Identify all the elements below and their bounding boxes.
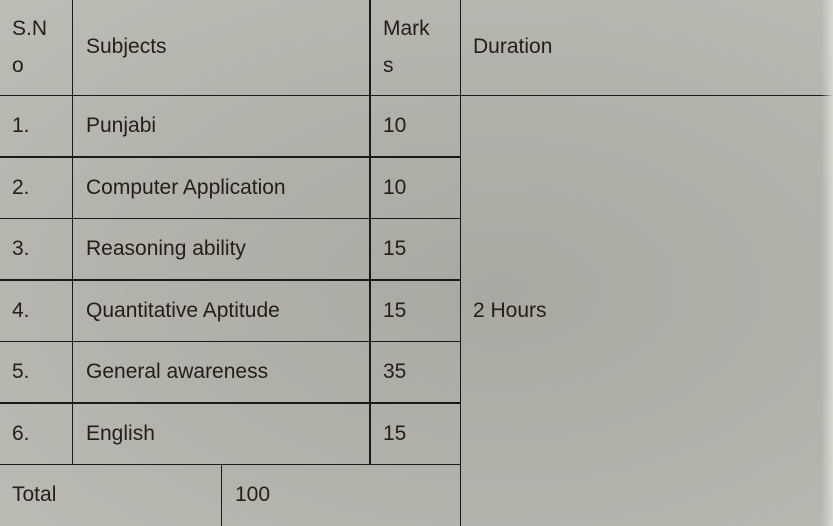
total-value: 100 [235,483,271,506]
row-sno: 5. [12,360,30,383]
row-divider [0,156,461,158]
row-marks: 15 [383,422,407,445]
row-subject: Punjabi [86,114,157,137]
row-divider [0,402,461,404]
duration-value: 2 Hours [473,299,547,322]
row-subject: Reasoning ability [86,237,246,260]
row-marks: 35 [383,360,407,383]
header-subjects: Subjects [86,35,167,58]
row-marks: 15 [383,237,407,260]
row-sno: 6. [12,422,30,445]
header-marks-line1: Mark [383,17,430,40]
header-sno-line1: S.N [12,17,48,40]
row-divider [0,464,461,465]
page-edge [821,0,833,526]
row-subject: Computer Application [86,176,286,199]
row-marks: 10 [383,176,407,199]
header-duration: Duration [473,35,553,58]
col-divider [460,0,461,526]
row-divider [0,218,461,219]
row-sno: 1. [12,114,30,137]
col-divider [221,465,222,526]
row-sno: 4. [12,299,30,322]
row-subject: General awareness [86,360,269,383]
row-subject: Quantitative Aptitude [86,299,280,322]
row-marks: 15 [383,299,407,322]
col-divider [72,0,73,465]
exam-pattern-table: S.N o Subjects Mark s Duration 1. Punjab… [0,0,833,526]
row-divider [0,95,833,96]
row-sno: 2. [12,176,30,199]
row-subject: English [86,422,155,445]
row-divider [0,279,461,281]
header-marks-line2: s [383,54,394,77]
row-marks: 10 [383,114,407,137]
row-sno: 3. [12,237,30,260]
total-label: Total [12,483,57,506]
header-sno-line2: o [12,54,24,77]
col-divider [369,0,371,465]
row-divider [0,341,461,342]
